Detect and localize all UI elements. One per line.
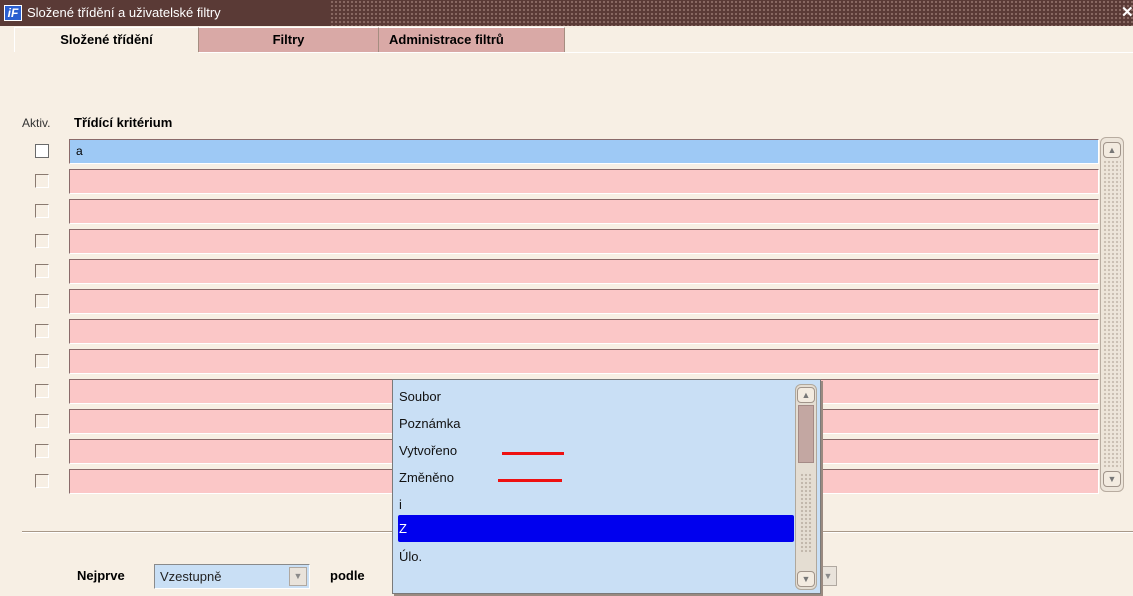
sort-order-value: Vzestupně (160, 569, 222, 584)
scrollbar-track[interactable] (1103, 160, 1121, 468)
tab-filtry[interactable]: Filtry (199, 27, 379, 52)
scroll-down-icon[interactable]: ▼ (1103, 471, 1121, 487)
list-item[interactable]: Změněno (398, 464, 794, 491)
list-item[interactable]: Soubor (398, 383, 794, 410)
criterion-field[interactable] (69, 289, 1099, 314)
active-checkbox[interactable] (35, 444, 49, 458)
tab-bar: Složené třídění Filtry Administrace filt… (0, 26, 1133, 82)
list-item-label: Vytvořeno (399, 443, 458, 458)
dropdown-scrollbar[interactable]: ▲ ▼ (795, 384, 817, 590)
criterion-field[interactable]: a (69, 139, 1099, 164)
criterion-field[interactable] (69, 169, 1099, 194)
column-header-criterion: Třídící kritérium (74, 115, 173, 130)
chevron-down-icon[interactable]: ▼ (289, 567, 307, 586)
active-checkbox[interactable] (35, 144, 49, 158)
list-item[interactable]: Poznámka (398, 410, 794, 437)
active-checkbox[interactable] (35, 204, 49, 218)
list-item-label: Změněno (399, 470, 454, 485)
scroll-down-icon[interactable]: ▼ (797, 571, 815, 587)
list-item[interactable]: Vytvořeno (398, 437, 794, 464)
scrollbar-track[interactable] (800, 473, 812, 553)
active-checkbox[interactable] (35, 324, 49, 338)
active-checkbox[interactable] (35, 354, 49, 368)
scrollbar-thumb[interactable] (798, 405, 814, 463)
active-checkbox[interactable] (35, 174, 49, 188)
podle-label: podle (330, 568, 365, 583)
active-checkbox[interactable] (35, 294, 49, 308)
list-item[interactable]: i (398, 491, 794, 518)
active-checkbox[interactable] (35, 234, 49, 248)
criterion-field[interactable] (69, 319, 1099, 344)
active-checkbox[interactable] (35, 384, 49, 398)
criterion-field[interactable] (69, 229, 1099, 254)
criterion-field[interactable] (69, 199, 1099, 224)
chevron-down-icon[interactable]: ▼ (819, 566, 837, 586)
active-checkbox[interactable] (35, 264, 49, 278)
list-item-selected[interactable]: Z (398, 515, 794, 542)
annotation-mark (502, 452, 564, 455)
criterion-field[interactable] (69, 349, 1099, 374)
active-checkbox[interactable] (35, 474, 49, 488)
close-icon[interactable]: ✕ (1121, 3, 1133, 21)
tab-administrace-filtru[interactable]: Administrace filtrů (379, 27, 565, 52)
grid-scrollbar[interactable]: ▲ ▼ (1100, 137, 1124, 492)
app-logo-icon: iF (4, 5, 22, 21)
sort-order-select[interactable]: Vzestupně ▼ (154, 564, 310, 589)
active-checkbox[interactable] (35, 414, 49, 428)
annotation-mark (498, 479, 562, 482)
scroll-up-icon[interactable]: ▲ (1103, 142, 1121, 158)
column-header-active: Aktiv. (22, 116, 51, 130)
field-dropdown-list[interactable]: Soubor Poznámka Vytvořeno Změněno i Z Úl… (392, 379, 821, 594)
list-item[interactable]: Úlo. (398, 543, 794, 570)
tab-slozene-trideni[interactable]: Složené třídění (14, 27, 199, 52)
title-bar: iF Složené třídění a uživatelské filtry … (0, 0, 1133, 26)
nejprve-label: Nejprve (77, 568, 125, 583)
window-title: Složené třídění a uživatelské filtry (27, 5, 221, 20)
scroll-up-icon[interactable]: ▲ (797, 387, 815, 403)
criterion-field[interactable] (69, 259, 1099, 284)
